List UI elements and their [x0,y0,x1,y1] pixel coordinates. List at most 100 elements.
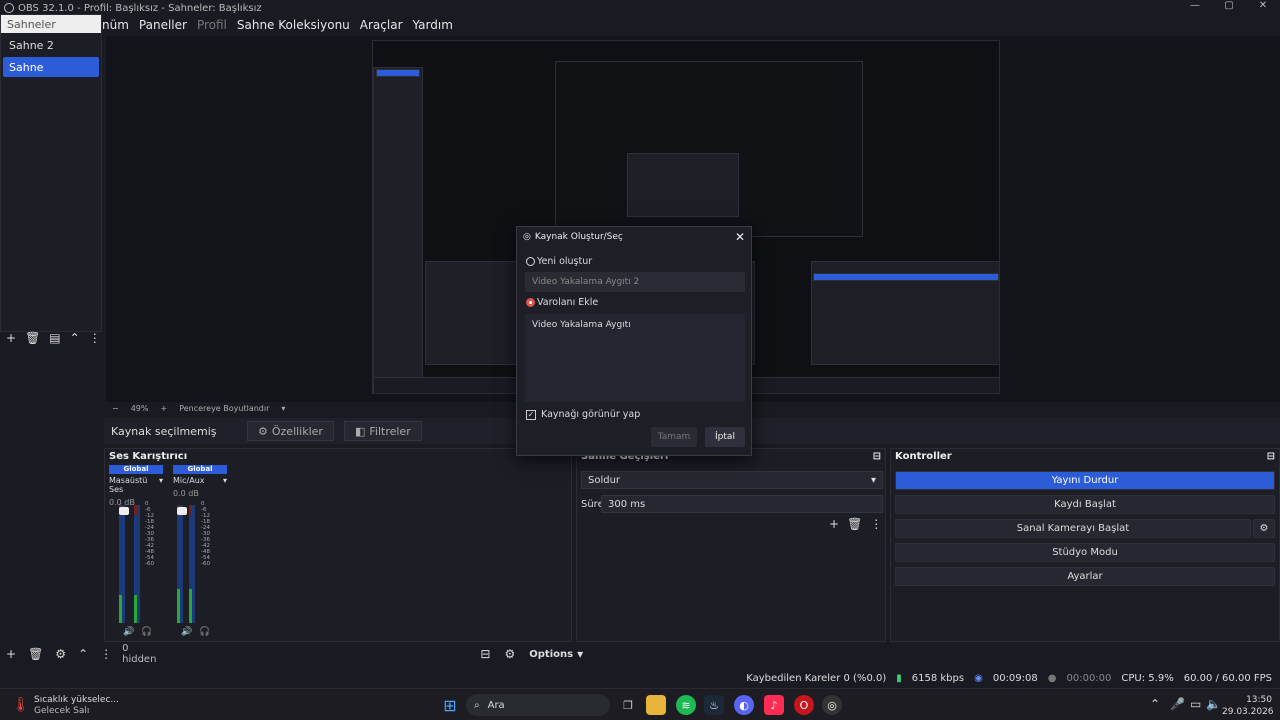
add-icon[interactable]: + [829,517,839,531]
studio-mode-button[interactable]: Stüdyo Modu [895,543,1275,562]
menu-bar: nüm Paneller Profil Sahne Koleksiyonu Ar… [0,16,1280,34]
duration-input[interactable]: 300 ms [601,495,883,513]
ok-button[interactable]: Tamam [651,427,697,447]
dropped-frames: Kaybedilen Kareler 0 (%0.0) [746,672,887,684]
add-icon[interactable]: + [6,647,16,661]
transition-tools: + 🗑 ⋮ [829,517,882,531]
scene-item[interactable]: Sahne 2 [3,35,99,55]
tiktok-icon[interactable]: ♪ [764,695,784,715]
chevron-up-icon[interactable]: ⌃ [70,331,80,345]
task-view-icon[interactable]: ❐ [618,695,638,715]
menu-docks[interactable]: Paneller [139,18,187,32]
add-existing-radio[interactable]: Varolanı Ekle [526,297,598,308]
headphones-icon[interactable]: 🎧 [141,627,152,637]
scenes-panel: Sahneler Sahne 2 Sahne [0,14,102,332]
discord-icon[interactable]: ◐ [734,695,754,715]
trash-icon[interactable]: 🗑 [28,647,43,661]
nested-stop-stream [813,273,999,281]
trash-icon[interactable]: 🗑 [847,517,862,531]
menu-help[interactable]: Yardım [413,18,453,32]
undock-icon[interactable]: ⊟ [1267,451,1275,462]
obs-logo-icon [4,3,14,13]
properties-button[interactable]: ⚙ Özellikler [247,421,334,441]
record-time: 00:00:00 [1066,672,1112,684]
speaker-icon[interactable]: 🔊 [181,627,192,637]
headphones-icon[interactable]: 🎧 [199,627,210,637]
opera-icon[interactable]: O [794,695,814,715]
fit-to-window[interactable]: Pencereye Boyutlandır [179,404,269,413]
transitions-dock: Sahne Geçişleri ⊟ Soldur ▾ Süre 300 ms + … [576,448,886,642]
trash-icon[interactable]: 🗑 [25,331,40,345]
menu-tools[interactable]: Araçlar [360,18,403,32]
scene-item-selected[interactable]: Sahne [3,57,99,77]
gear-icon: ⚙ [258,424,268,438]
list-item[interactable]: Video Yakalama Aygıtı [532,320,738,330]
chevron-down-icon[interactable]: ▾ [577,647,583,661]
add-icon[interactable]: + [6,331,16,345]
filter-icon: ◧ [354,424,366,438]
visible-checkbox[interactable]: ✓ Kaynağı görünür yap [526,409,640,420]
more-icon[interactable]: ⋮ [100,647,112,661]
start-recording-button[interactable]: Kaydı Başlat [895,495,1275,514]
cpu-usage: CPU: 5.9% [1121,672,1174,684]
chevron-up-icon[interactable]: ⌃ [1150,697,1160,711]
advanced-audio-icon[interactable]: ⚙ [504,647,515,661]
zoom-out-button[interactable]: − [112,404,119,413]
gear-icon[interactable]: ⚙ [1253,519,1275,538]
cancel-button[interactable]: İptal [705,427,745,447]
chevron-up-icon[interactable]: ⌃ [78,647,88,661]
microphone-icon[interactable]: 🎤 [1170,697,1185,711]
maximize-button[interactable]: ▢ [1212,0,1246,11]
close-icon[interactable]: ✕ [735,230,745,244]
stop-streaming-button[interactable]: Yayını Durdur [895,471,1275,490]
chevron-down-icon[interactable]: ▾ [223,476,227,485]
weather-title[interactable]: Sıcaklık yükselec... [34,695,119,705]
spotify-icon[interactable]: ≋ [676,695,696,715]
undock-icon[interactable]: ⊟ [873,451,881,462]
search-box[interactable]: ⌕ Ara [466,694,610,716]
menu-profile[interactable]: Profil [197,18,227,32]
window-title: OBS 32.1.0 - Profil: Başlıksız - Sahnele… [18,2,262,14]
volume-icon[interactable]: 🔈 [1206,697,1221,711]
options-button[interactable]: Options [529,649,573,660]
zoom-in-button[interactable]: + [160,404,167,413]
speaker-icon[interactable]: 🔊 [123,627,134,637]
menu-scene-collection[interactable]: Sahne Koleksiyonu [237,18,350,32]
hidden-count: 0 hidden [122,643,157,665]
volume-slider-handle[interactable] [119,507,129,515]
layout-icon[interactable]: ⊟ [480,647,490,661]
zoom-level: 49% [130,403,149,413]
filters-button[interactable]: ◧ Filtreler [343,421,422,441]
chevron-down-icon[interactable]: ▾ [159,476,163,494]
audio-mixer-dock: Ses Karıştırıcı Global Masaüstü Ses ▾ 0.0… [104,448,572,642]
clock-time[interactable]: 13:50 [1222,695,1272,705]
mixer-title: Ses Karıştırıcı [109,450,188,462]
more-icon[interactable]: ⋮ [89,331,101,345]
dialog-title: Kaynak Oluştur/Seç [534,232,623,242]
title-bar: OBS 32.1.0 - Profil: Başlıksız - Sahnele… [0,0,1280,16]
no-source-label: Kaynak seçilmemiş [111,424,217,438]
chevron-down-icon[interactable]: ▾ [281,404,285,413]
settings-button[interactable]: Ayarlar [895,567,1275,586]
existing-sources-list: Video Yakalama Aygıtı [525,314,745,402]
file-explorer-icon[interactable] [646,695,666,715]
clock-date[interactable]: 29.03.2026 [1222,707,1274,717]
obs-icon[interactable]: ◎ [822,695,842,715]
volume-slider-handle[interactable] [177,507,187,515]
create-new-radio[interactable]: Yeni oluştur [526,256,592,267]
new-source-name-input[interactable]: Video Yakalama Aygıtı 2 [525,272,745,292]
controls-title: Kontroller [895,450,952,462]
menu-view[interactable]: nüm [102,18,129,32]
gear-icon[interactable]: ⚙ [55,647,66,661]
scenes-toolbar: + 🗑 ▤ ⌃ ⋮ [0,330,102,346]
close-button[interactable]: ✕ [1246,0,1280,11]
steam-icon[interactable]: ♨ [704,695,724,715]
transition-select[interactable]: Soldur ▾ [581,471,883,489]
network-icon[interactable]: ▭ [1190,697,1201,711]
minimize-button[interactable]: — [1178,0,1212,11]
record-icon: ● [1047,672,1057,684]
filter-icon[interactable]: ▤ [49,331,60,345]
start-virtual-camera-button[interactable]: Sanal Kamerayı Başlat [895,519,1251,538]
more-icon[interactable]: ⋮ [870,517,882,531]
windows-start-icon[interactable]: ⊞ [440,695,460,715]
